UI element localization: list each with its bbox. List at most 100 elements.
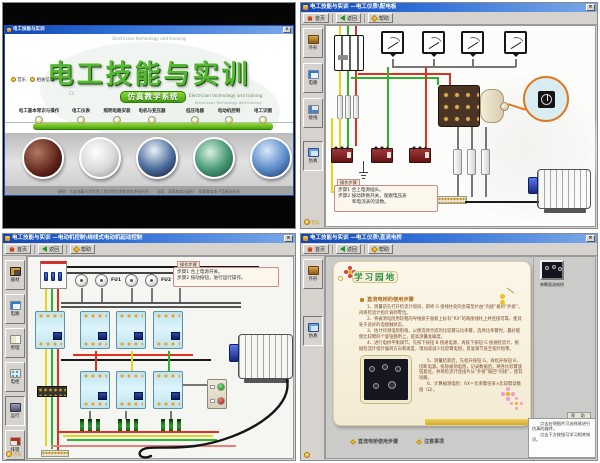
changeover-switch[interactable] — [438, 85, 480, 127]
panel-meter[interactable] — [461, 31, 484, 54]
menu-item[interactable]: 电动机控制 — [218, 108, 241, 114]
step-paragraph: 4、进行电桥平衡调节。先按下按钮 B 接通电源，再按下按钮 G 接通检流计，根据… — [359, 341, 523, 352]
panel-meter[interactable] — [422, 31, 445, 54]
menu-dot[interactable] — [77, 116, 85, 124]
menu-item[interactable]: 电工仪表 — [72, 108, 90, 114]
fuse-link[interactable] — [467, 149, 476, 175]
home-button[interactable]: 首页 — [303, 244, 329, 254]
sidebar-button-appearance[interactable]: 外形 — [303, 259, 323, 289]
panel-meter[interactable] — [381, 31, 404, 54]
fuse-round[interactable] — [125, 274, 138, 287]
close-button[interactable]: × — [586, 235, 595, 242]
photo-knob — [388, 381, 396, 389]
panel-meter[interactable] — [504, 31, 527, 54]
info-link[interactable]: 相关信息 — [30, 77, 54, 83]
menu-dot[interactable] — [148, 116, 156, 124]
help-button[interactable]: 帮助 — [70, 244, 95, 254]
contactor[interactable] — [116, 371, 146, 409]
close-button[interactable]: × — [283, 27, 291, 33]
titlebar[interactable]: 电工技能与实训 —电工仪表\直流电桥 × — [301, 234, 597, 243]
sidebar-button-appearance[interactable]: 外形 — [303, 28, 323, 58]
home-label: 首页 — [315, 246, 325, 253]
sidebar-button-wiring[interactable]: 接线 — [303, 98, 323, 128]
motor[interactable] — [238, 334, 293, 379]
current-transformer[interactable] — [331, 148, 353, 163]
knife-switch[interactable] — [334, 35, 364, 71]
menu-dot[interactable] — [113, 116, 121, 124]
contactor[interactable] — [153, 371, 183, 409]
fuse[interactable] — [353, 95, 359, 119]
menu-dot[interactable] — [225, 116, 233, 124]
close-button[interactable]: × — [586, 4, 595, 11]
breaker-toggle[interactable] — [58, 272, 62, 281]
terminal-strip[interactable] — [41, 450, 69, 457]
sidebar-button-run[interactable]: 运行 — [5, 396, 25, 426]
back-button[interactable]: 返回 — [38, 244, 63, 254]
music-icon[interactable] — [304, 452, 310, 458]
titlebar[interactable]: 电工技能与实训 —电动机控制\绕线式电动机起动控制 × — [3, 234, 295, 243]
start-button[interactable] — [217, 383, 225, 391]
menu-dot[interactable] — [259, 116, 267, 124]
motor[interactable] — [537, 169, 591, 209]
sidebar-button-simulation[interactable]: 仿真 — [303, 141, 323, 171]
back-button[interactable]: 返回 — [336, 244, 361, 254]
fuse[interactable] — [345, 95, 351, 119]
stop-button[interactable] — [217, 397, 225, 405]
music-icon[interactable] — [304, 219, 310, 225]
breaker-toggle[interactable] — [44, 272, 48, 281]
thumb-knob — [552, 265, 556, 269]
menu-item[interactable]: 电工识图 — [254, 108, 272, 114]
menu-item[interactable]: 低压电器 — [186, 108, 204, 114]
home-button[interactable]: 首页 — [303, 13, 329, 23]
link-notes[interactable]: 注意事项 — [424, 438, 444, 445]
sidebar-label: 外形 — [309, 277, 318, 282]
breaker-toggle[interactable] — [51, 272, 55, 281]
terminal-block[interactable] — [37, 386, 67, 397]
close-button[interactable]: × — [284, 235, 293, 242]
menu-item[interactable]: 照明电路安装 — [104, 108, 131, 114]
titlebar[interactable]: 电工技能与实训 —电工仪表\配电板 × — [301, 3, 597, 12]
sidebar-button-simulation[interactable]: 仿真 — [303, 316, 323, 346]
fuse[interactable] — [337, 95, 343, 119]
contactor[interactable] — [116, 311, 146, 349]
fuse-round[interactable] — [145, 274, 158, 287]
step-paragraph: 2、将被测电阻用较粗的导线接于面板上标有“RX”的两接线柱上并连接可靠，使其处于… — [359, 317, 523, 328]
music-link[interactable]: 音乐 — [11, 77, 26, 83]
contactor[interactable] — [35, 311, 65, 349]
sidebar-button-principle[interactable]: 原理 — [5, 328, 25, 358]
window-title: 电工技能与实训 —电动机控制\绕线式电动机起动控制 — [12, 234, 284, 243]
music-icon[interactable] — [6, 451, 12, 457]
wire-segment — [131, 288, 133, 302]
current-transformer[interactable] — [371, 148, 393, 163]
fuse-round[interactable] — [95, 274, 108, 287]
fuse-round[interactable] — [75, 274, 88, 287]
wire-segment — [485, 127, 487, 149]
menu-item[interactable]: 电机与变压器 — [139, 108, 166, 114]
device-thumbnail[interactable] — [540, 260, 564, 280]
titlebar[interactable]: 电工技能与实训 × — [5, 26, 293, 34]
home-button[interactable]: 首页 — [5, 244, 31, 254]
menu-dot[interactable] — [35, 116, 43, 124]
current-transformer[interactable] — [409, 148, 431, 163]
fuse-link[interactable] — [453, 149, 462, 175]
contactor[interactable] — [153, 311, 183, 349]
link-bridge-steps[interactable]: 直流电桥使用步骤 — [358, 438, 398, 445]
sidebar-button-circuit[interactable]: 电路 — [5, 294, 25, 324]
back-button[interactable]: 返回 — [336, 13, 361, 23]
splash-window: 电工技能与实训 × Electrician technology and tra… — [4, 25, 294, 196]
circuit-breaker[interactable] — [40, 261, 67, 289]
sidebar-button-cabinet[interactable]: 电柜 — [5, 362, 25, 392]
help-button[interactable]: 帮助 — [368, 13, 393, 23]
contactor[interactable] — [80, 371, 110, 409]
contactor[interactable] — [80, 311, 110, 349]
menu-dot[interactable] — [191, 116, 199, 124]
sidebar-button-circuit[interactable]: 电路 — [303, 63, 323, 93]
sidebar-button-equipment[interactable]: 器材 — [5, 260, 25, 290]
toolbox-icon — [10, 267, 21, 276]
menu-item[interactable]: 电工基本常识与操作 — [19, 108, 60, 114]
home-icon — [307, 16, 313, 21]
splash-quick-links: 音乐 相关信息 — [11, 77, 54, 83]
fuse-link[interactable] — [481, 149, 490, 175]
help-button[interactable]: 帮助 — [368, 244, 393, 254]
toolbar-separator — [364, 14, 365, 23]
